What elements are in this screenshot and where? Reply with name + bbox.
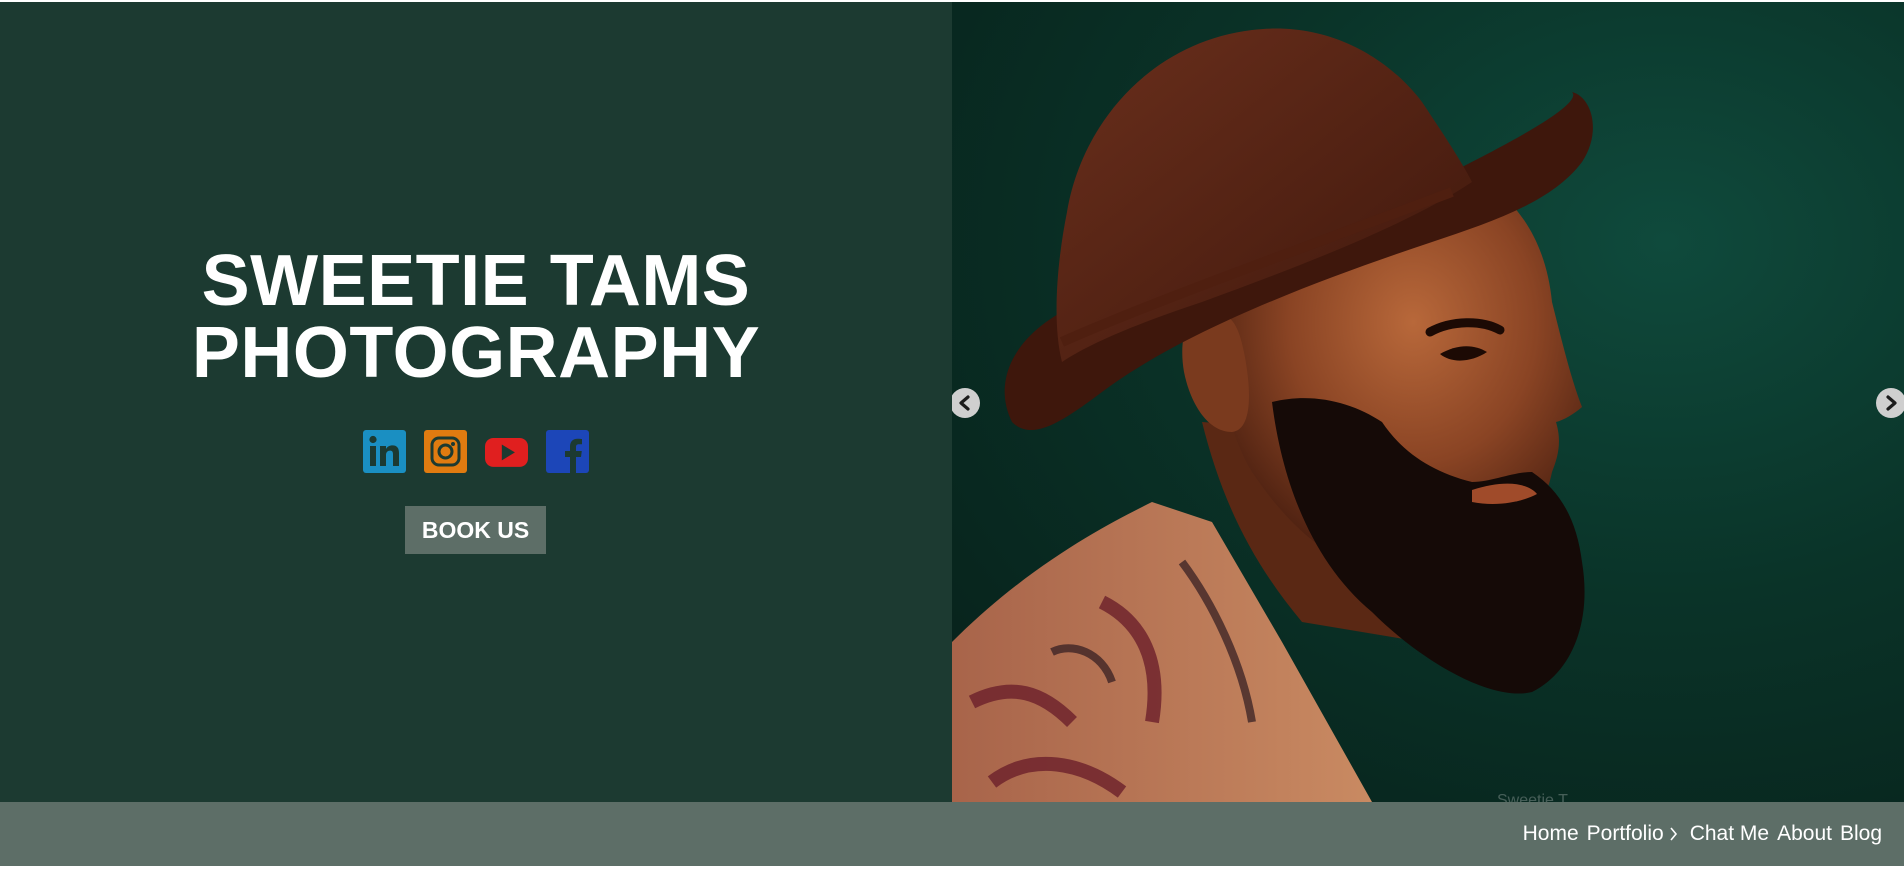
nav-item-blog[interactable]: Blog xyxy=(1840,822,1882,846)
slideshow-next-button[interactable] xyxy=(1876,388,1904,418)
hero-intro-panel: SWEETIE TAMS PHOTOGRAPHY BOOK US xyxy=(0,2,952,802)
site-title: SWEETIE TAMS PHOTOGRAPHY xyxy=(0,245,952,389)
page-below-fold xyxy=(0,866,1904,878)
youtube-icon[interactable] xyxy=(485,430,528,473)
site-title-line-2: PHOTOGRAPHY xyxy=(191,313,761,393)
chevron-left-icon xyxy=(959,395,970,411)
portrait-photo xyxy=(952,28,1593,802)
chevron-right-icon xyxy=(1886,395,1897,411)
book-us-button[interactable]: BOOK US xyxy=(405,506,546,554)
nav-item-about[interactable]: About xyxy=(1777,822,1832,846)
nav-item-home[interactable]: Home xyxy=(1523,822,1579,846)
page: SWEETIE TAMS PHOTOGRAPHY BOOK US Sweetie… xyxy=(0,0,1904,878)
social-links xyxy=(0,430,952,473)
nav-item-chat-me[interactable]: Chat Me xyxy=(1690,822,1769,846)
linkedin-icon[interactable] xyxy=(363,430,406,473)
instagram-icon[interactable] xyxy=(424,430,467,473)
photo-watermark: Sweetie T... xyxy=(1497,792,1580,802)
site-title-line-1: SWEETIE TAMS xyxy=(201,241,751,321)
nav-item-portfolio-label: Portfolio xyxy=(1586,822,1664,845)
hero-section: SWEETIE TAMS PHOTOGRAPHY BOOK US Sweetie… xyxy=(0,2,1904,802)
facebook-icon[interactable] xyxy=(546,430,589,473)
chevron-right-icon xyxy=(1669,827,1678,841)
hero-slideshow: Sweetie T... xyxy=(952,2,1904,802)
main-nav: Home Portfolio Chat Me About Blog xyxy=(0,802,1904,866)
nav-item-portfolio[interactable]: Portfolio xyxy=(1587,822,1682,846)
